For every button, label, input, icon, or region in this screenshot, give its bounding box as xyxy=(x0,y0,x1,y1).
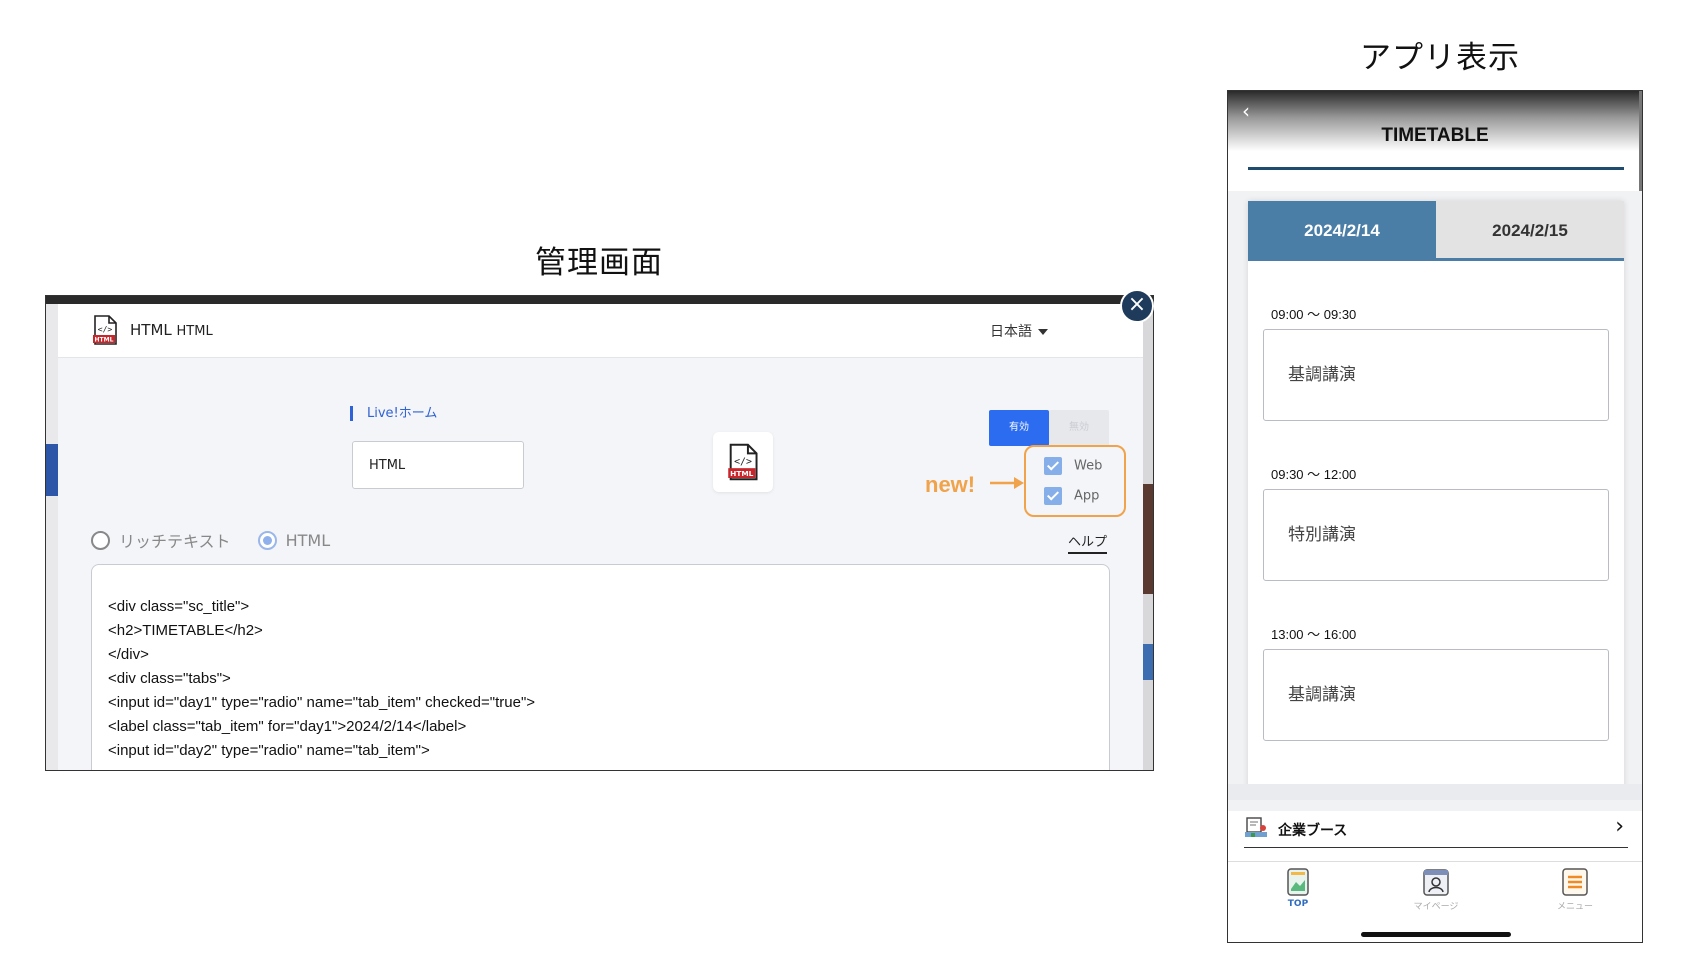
nav-top[interactable]: TOP xyxy=(1258,867,1338,909)
radio-selected-icon xyxy=(257,530,277,550)
caret-down-icon xyxy=(1038,329,1048,335)
home-icon xyxy=(1287,868,1309,896)
html-settings-dialog: </> HTML HTML HTML 日本語 Live!ホーム </> HTML xyxy=(58,304,1143,770)
svg-text:HTML: HTML xyxy=(95,337,114,344)
menu-icon xyxy=(1562,868,1588,896)
bottom-navigation: TOP マイページ メニュー xyxy=(1228,861,1642,942)
section-label: Live!ホーム xyxy=(350,406,437,421)
svg-text:HTML: HTML xyxy=(730,469,754,478)
session-card[interactable]: 特別講演 xyxy=(1263,489,1609,581)
close-icon: × xyxy=(1127,292,1147,317)
arrow-right-icon xyxy=(990,477,1024,489)
radio-html-label: HTML xyxy=(285,530,331,550)
user-icon xyxy=(1423,869,1449,896)
dialog-title: HTML HTML xyxy=(130,321,213,339)
html-file-icon: </> HTML xyxy=(92,315,118,345)
back-button[interactable]: ‹ xyxy=(1242,101,1256,121)
nav-mypage-label: マイページ xyxy=(1413,902,1459,912)
app-checkbox-label: App xyxy=(1074,488,1100,504)
help-link[interactable]: ヘルプ xyxy=(1068,531,1108,554)
checkbox-checked-icon xyxy=(1044,487,1062,505)
radio-html[interactable]: HTML xyxy=(257,530,331,550)
editor-mode-radio-group: リッチテキスト HTML xyxy=(91,528,352,552)
nav-menu[interactable]: メニュー xyxy=(1535,867,1615,912)
icon-preview[interactable]: </> HTML xyxy=(713,432,773,492)
radio-rich-text[interactable]: リッチテキスト xyxy=(91,528,231,552)
nav-menu-label: メニュー xyxy=(1556,902,1593,912)
chevron-right-icon: › xyxy=(1615,814,1624,839)
session-card[interactable]: 基調講演 xyxy=(1263,649,1609,741)
language-dropdown[interactable]: 日本語 xyxy=(990,321,1048,341)
html-code-editor[interactable]: <div class="sc_title"> <h2>TIMETABLE</h2… xyxy=(91,564,1110,770)
tab-day2[interactable]: 2024/2/15 xyxy=(1436,201,1624,261)
dialog-title-sub: HTML xyxy=(176,324,213,339)
timetable-panel: 2024/2/14 2024/2/15 09:00 〜 09:30 基調講演 0… xyxy=(1248,201,1624,791)
radio-icon xyxy=(91,530,110,550)
language-label: 日本語 xyxy=(990,324,1032,340)
app-checkbox[interactable]: App xyxy=(1044,487,1099,507)
comparison-canvas: 管理画面 アプリ表示 </> HTML HTML HTML 日本語 Live!ホ… xyxy=(0,0,1689,964)
name-input[interactable] xyxy=(352,441,524,489)
radio-rich-text-label: リッチテキスト xyxy=(119,532,231,551)
tab-day1[interactable]: 2024/2/14 xyxy=(1248,201,1436,261)
admin-caption: 管理画面 xyxy=(535,245,663,281)
session-card[interactable]: 基調講演 xyxy=(1263,329,1609,421)
nav-mypage[interactable]: マイページ xyxy=(1396,867,1476,912)
app-screenshot: ‹ TIMETABLE 2024/2/14 2024/2/15 09:00 〜 … xyxy=(1227,90,1643,943)
svg-text:</>: </> xyxy=(98,325,113,334)
svg-text:</>: </> xyxy=(734,456,752,467)
app-caption: アプリ表示 xyxy=(1360,40,1520,76)
enable-toggle-on[interactable]: 有効 xyxy=(989,410,1049,446)
new-label: new! xyxy=(925,472,976,497)
web-checkbox[interactable]: Web xyxy=(1044,457,1102,477)
chevron-left-icon: ‹ xyxy=(1242,99,1250,123)
html-file-icon: </> HTML xyxy=(728,443,758,481)
session-time: 09:00 〜 09:30 xyxy=(1271,307,1357,322)
target-highlight-box: Web App xyxy=(1024,445,1126,517)
title-underline xyxy=(1248,167,1624,170)
section-separator xyxy=(1228,784,1642,800)
session-time: 09:30 〜 12:00 xyxy=(1271,467,1357,482)
dialog-title-main: HTML xyxy=(130,321,172,339)
web-checkbox-label: Web xyxy=(1074,458,1103,474)
home-indicator xyxy=(1361,932,1511,937)
booth-link-label: 企業ブース xyxy=(1278,823,1348,839)
nav-top-label: TOP xyxy=(1287,899,1309,909)
booth-link[interactable]: 企業ブース › xyxy=(1244,808,1628,848)
admin-top-strip xyxy=(46,296,1153,304)
close-button[interactable]: × xyxy=(1120,289,1154,323)
enable-toggle-off[interactable]: 無効 xyxy=(1049,410,1109,446)
session-time: 13:00 〜 16:00 xyxy=(1271,627,1357,642)
booth-icon xyxy=(1245,817,1267,837)
admin-background-left xyxy=(46,304,58,770)
app-page-title: TIMETABLE xyxy=(1381,125,1489,146)
admin-screenshot: </> HTML HTML HTML 日本語 Live!ホーム </> HTML xyxy=(45,295,1154,771)
checkbox-checked-icon xyxy=(1044,457,1062,475)
dialog-header: </> HTML HTML HTML 日本語 xyxy=(58,304,1143,358)
